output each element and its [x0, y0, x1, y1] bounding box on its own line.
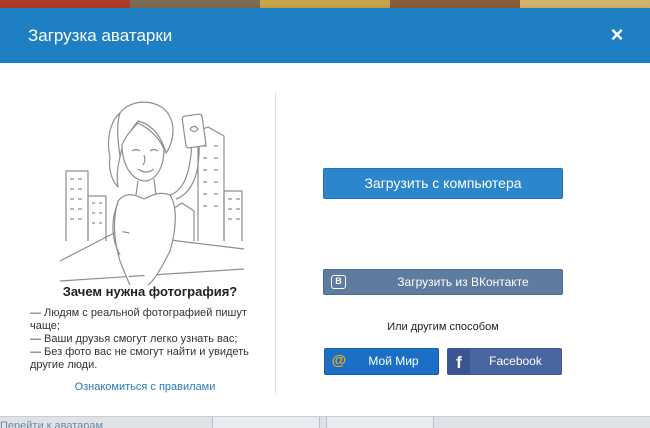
selfie-girl-illustration [59, 101, 245, 286]
dialog-header: Загрузка аватарки × [0, 8, 650, 63]
moy-mir-label: Мой Мир [368, 354, 419, 368]
reasons-list: — Людям с реальной фотографией пишут чащ… [30, 307, 260, 372]
info-column: Зачем нужна фотография? — Людям с реальн… [0, 63, 276, 416]
background-page-top [0, 0, 650, 8]
facebook-label: Facebook [489, 354, 542, 368]
moy-mir-button[interactable]: @ Мой Мир [324, 348, 439, 375]
reason-item: — Без фото вас не смогут найти и увидеть… [30, 346, 249, 371]
close-icon[interactable]: × [606, 24, 628, 46]
rules-link[interactable]: Ознакомиться с правилами [0, 381, 290, 393]
moy-mir-at-icon: @ [331, 352, 347, 369]
screen: Загрузка аватарки × Зачем нужна фотограф… [0, 0, 650, 428]
dialog-body: Зачем нужна фотография? — Людям с реальн… [0, 63, 650, 416]
reason-item: — Ваши друзья смогут легко узнать вас; [30, 333, 238, 345]
facebook-button[interactable]: f Facebook [447, 348, 562, 375]
why-photo-heading: Зачем нужна фотография? [62, 284, 238, 299]
reason-item: — Людям с реальной фотографией пишут чащ… [30, 307, 247, 332]
background-page-bottom: Перейти к аватарам [0, 416, 650, 428]
upload-from-vk-button[interactable]: B Загрузить из ВКонтакте [323, 269, 563, 295]
vk-logo-icon: B [331, 275, 346, 289]
facebook-logo-icon: f [448, 349, 470, 374]
column-divider [275, 93, 276, 393]
background-tab[interactable] [212, 417, 320, 428]
upload-from-computer-button[interactable]: Загрузить с компьютера [323, 168, 563, 199]
upload-from-vk-label: Загрузить из ВКонтакте [397, 275, 529, 289]
dialog-title: Загрузка аватарки [28, 25, 173, 45]
background-tab[interactable] [326, 417, 434, 428]
avatar-upload-dialog: Загрузка аватарки × Зачем нужна фотограф… [0, 8, 650, 416]
other-ways-label: Или другим способом [387, 321, 499, 333]
background-avatars-link[interactable]: Перейти к аватарам [0, 420, 103, 428]
